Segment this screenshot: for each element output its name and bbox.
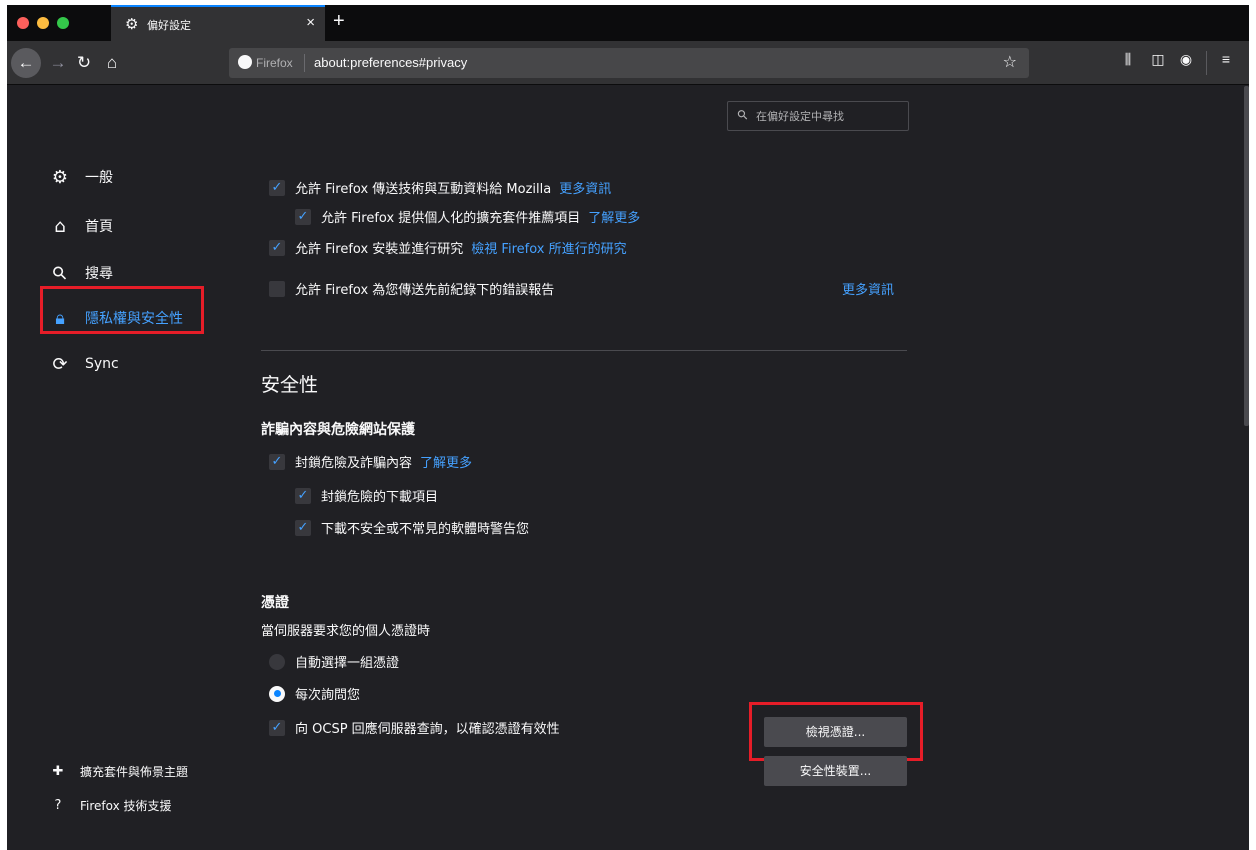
crash-reports-checkbox[interactable] [269, 280, 285, 297]
reload-button[interactable]: ↻ [71, 50, 97, 76]
scrollbar-thumb[interactable] [1244, 86, 1249, 426]
ask-every-time-option: 每次詢問您 [269, 684, 360, 703]
help-icon: ? [54, 798, 62, 813]
search-icon: ⚲ [733, 105, 752, 124]
telemetry-checkbox[interactable]: ✓ [269, 179, 285, 196]
option-label: 封鎖危險及詐騙內容 [295, 456, 413, 471]
highlight-privacy [40, 286, 204, 334]
forward-button[interactable]: → [45, 50, 71, 76]
option-label: 允許 Firefox 傳送技術與互動資料給 Mozilla [295, 182, 552, 197]
search-icon: ⚲ [47, 260, 73, 286]
crash-reports-more-info-link[interactable]: 更多資訊 [842, 279, 894, 298]
option-label: 下載不安全或不常見的軟體時警告您 [321, 522, 530, 537]
block-downloads-option: ✓ 封鎖危險的下載項目 [295, 486, 438, 505]
tab-title: 偏好設定 [147, 20, 191, 32]
studies-checkbox[interactable]: ✓ [269, 239, 285, 256]
option-label: 每次詢問您 [295, 688, 361, 703]
option-label: 允許 Firefox 安裝並進行研究 [295, 242, 464, 257]
preferences-search-box: ⚲ [727, 101, 909, 131]
block-dangerous-option: ✓ 封鎖危險及詐騙內容 了解更多 [269, 452, 472, 471]
home-icon: ⌂ [54, 215, 66, 237]
block-dangerous-checkbox[interactable]: ✓ [269, 453, 285, 470]
warn-unwanted-software-option: ✓ 下載不安全或不常見的軟體時警告您 [295, 518, 529, 537]
crash-reports-option: 允許 Firefox 為您傳送先前紀錄下的錯誤報告 [269, 279, 554, 298]
identity-label: Firefox [256, 56, 293, 70]
sidebar-bottom-label: Firefox 技術支援 [80, 799, 172, 813]
back-button[interactable]: ← [11, 48, 41, 78]
option-label: 封鎖危險的下載項目 [321, 490, 439, 505]
tab-preferences[interactable]: ⚙ 偏好設定 × [111, 5, 325, 41]
block-dangerous-learn-more-link[interactable]: 了解更多 [420, 452, 472, 471]
sidebar-support-link[interactable]: ? Firefox 技術支援 [50, 797, 172, 814]
sidebar-item-label: 一般 [85, 170, 113, 186]
sidebar-item-label: Sync [85, 356, 119, 372]
new-tab-button[interactable]: + [333, 10, 345, 33]
url-text[interactable]: about:preferences#privacy [314, 55, 467, 70]
ocsp-option: ✓ 向 OCSP 回應伺服器查詢，以確認憑證有效性 [269, 718, 560, 737]
puzzle-icon: ✚ [52, 764, 64, 779]
bookmark-star-icon[interactable]: ☆ [1003, 52, 1017, 72]
ocsp-checkbox[interactable]: ✓ [269, 719, 285, 736]
gear-icon: ⚙ [51, 166, 69, 188]
sidebar-item-label: 搜尋 [85, 266, 113, 282]
auto-select-cert-radio[interactable] [269, 653, 285, 670]
gear-icon: ⚙ [125, 16, 139, 33]
certificates-prompt-text: 當伺服器要求您的個人憑證時 [261, 624, 431, 639]
navigation-toolbar: ← → ↻ ⌂ Firefox about:preferences#privac… [7, 41, 1249, 85]
block-downloads-checkbox[interactable]: ✓ [295, 487, 311, 504]
addon-learn-more-link[interactable]: 了解更多 [588, 207, 640, 226]
ask-every-time-radio[interactable] [269, 685, 285, 702]
scrollbar[interactable] [1244, 86, 1249, 850]
view-studies-link[interactable]: 檢視 Firefox 所進行的研究 [471, 238, 626, 257]
sidebar-item-home[interactable]: ⌂ 首頁 [49, 210, 113, 242]
addon-recommendations-checkbox[interactable]: ✓ [295, 208, 311, 225]
tab-strip: ⚙ 偏好設定 × + [7, 5, 1249, 41]
section-divider [261, 350, 907, 351]
addon-recommendations-option: ✓ 允許 Firefox 提供個人化的擴充套件推薦項目 了解更多 [295, 207, 640, 226]
option-label: 允許 Firefox 為您傳送先前紀錄下的錯誤報告 [295, 283, 555, 298]
radio-selected-dot [273, 690, 281, 697]
sidebar-item-general[interactable]: ⚙ 一般 [49, 161, 113, 193]
deceptive-content-heading: 詐騙內容與危險網站保護 [261, 422, 415, 438]
auto-select-cert-option: 自動選擇一組憑證 [269, 652, 399, 671]
close-window-button[interactable] [17, 17, 29, 29]
security-devices-button[interactable]: 安全性裝置... [764, 756, 907, 786]
preferences-search-input[interactable] [756, 107, 904, 125]
sidebar-item-label: 首頁 [85, 219, 113, 235]
highlight-view-certificates [749, 702, 923, 761]
security-section-title: 安全性 [261, 374, 319, 396]
library-icon[interactable]: ⫼ [1117, 51, 1139, 68]
telemetry-more-info-link[interactable]: 更多資訊 [559, 178, 611, 197]
minimize-window-button[interactable] [37, 17, 49, 29]
browser-window: ⚙ 偏好設定 × + ← → ↻ ⌂ Firefox about:prefere… [7, 5, 1249, 850]
home-button[interactable]: ⌂ [99, 50, 125, 76]
sidebar-bottom-label: 擴充套件與佈景主題 [80, 765, 189, 779]
sidebar-item-sync[interactable]: ⟳ Sync [49, 348, 119, 380]
maximize-window-button[interactable] [57, 17, 69, 29]
telemetry-option: ✓ 允許 Firefox 傳送技術與互動資料給 Mozilla 更多資訊 [269, 178, 611, 197]
firefox-icon [238, 55, 252, 69]
sidebar-toggle-icon[interactable]: ◫ [1147, 51, 1169, 68]
sync-icon: ⟳ [52, 353, 68, 375]
sidebar-item-search[interactable]: ⚲ 搜尋 [48, 257, 113, 289]
studies-option: ✓ 允許 Firefox 安裝並進行研究 檢視 Firefox 所進行的研究 [269, 238, 627, 257]
option-label: 自動選擇一組憑證 [295, 656, 400, 671]
warn-unwanted-software-checkbox[interactable]: ✓ [295, 519, 311, 536]
option-label: 向 OCSP 回應伺服器查詢，以確認憑證有效性 [295, 722, 560, 737]
menu-icon[interactable]: ≡ [1215, 51, 1237, 67]
option-label: 允許 Firefox 提供個人化的擴充套件推薦項目 [321, 211, 581, 226]
toolbar-separator [1206, 51, 1207, 75]
preferences-content: ⚲ ⚙ 一般 ⌂ 首頁 ⚲ 搜尋 🔒︎ 隱私權與安全性 ⟳ Sync ✚ 擴充套… [7, 86, 1244, 850]
account-icon[interactable]: ◉ [1175, 51, 1197, 68]
sidebar-addons-link[interactable]: ✚ 擴充套件與佈景主題 [50, 763, 188, 780]
url-separator [304, 54, 305, 72]
certificates-heading: 憑證 [261, 595, 289, 611]
url-bar[interactable]: Firefox about:preferences#privacy ☆ [229, 48, 1029, 78]
tab-close-button[interactable]: × [306, 14, 315, 31]
